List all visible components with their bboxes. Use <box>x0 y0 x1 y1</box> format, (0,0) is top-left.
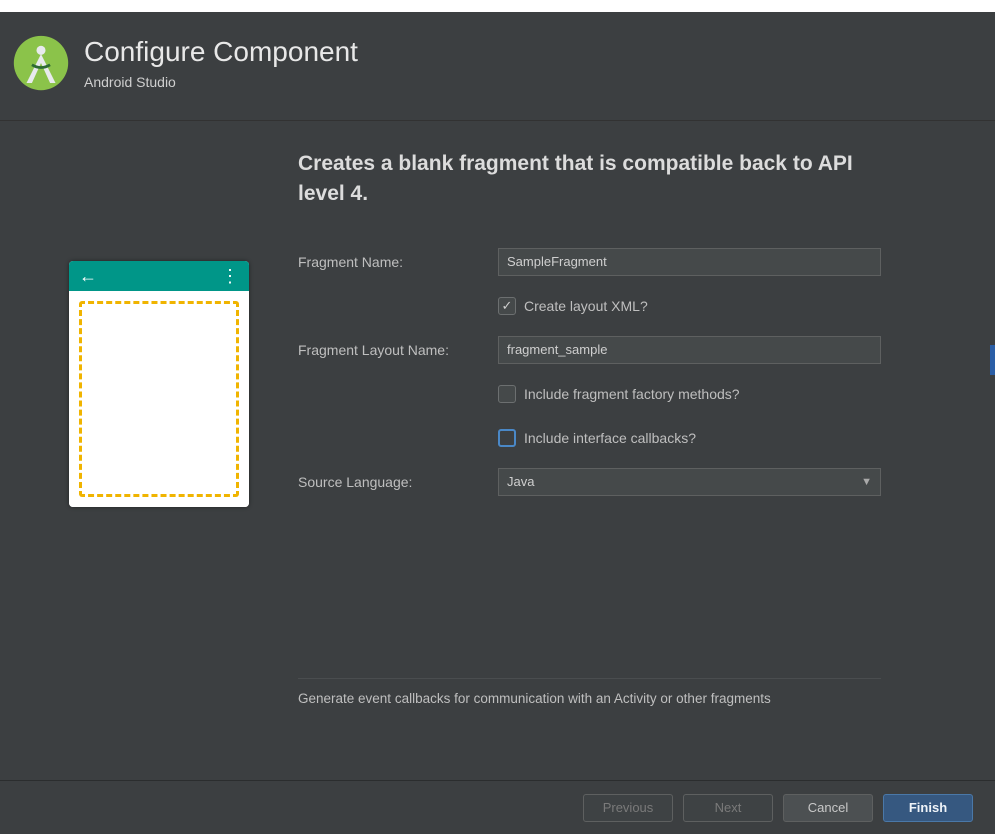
source-language-select[interactable]: Java ▼ <box>498 468 881 496</box>
cancel-button[interactable]: Cancel <box>783 794 873 822</box>
preview-appbar: ← ⋮ <box>69 261 249 291</box>
interface-callbacks-checkbox[interactable] <box>498 429 516 447</box>
create-layout-label: Create layout XML? <box>524 298 648 314</box>
fragment-placeholder-icon <box>79 301 239 497</box>
right-window-accent <box>990 345 995 375</box>
finish-button[interactable]: Finish <box>883 794 973 822</box>
chevron-down-icon: ▼ <box>861 476 872 488</box>
section-heading: Creates a blank fragment that is compati… <box>298 149 881 210</box>
fragment-preview: ← ⋮ <box>69 261 249 507</box>
next-button[interactable]: Next <box>683 794 773 822</box>
source-language-label: Source Language: <box>298 474 498 490</box>
fragment-name-label: Fragment Name: <box>298 254 498 270</box>
android-studio-logo-icon <box>12 34 70 92</box>
dialog-subtitle: Android Studio <box>84 74 358 90</box>
dialog-footer: Previous Next Cancel Finish <box>0 780 995 834</box>
window-chrome-strip <box>0 0 995 12</box>
overflow-icon: ⋮ <box>221 267 239 285</box>
factory-methods-label: Include fragment factory methods? <box>524 386 740 402</box>
fragment-name-input[interactable] <box>498 248 881 276</box>
back-arrow-icon: ← <box>79 267 97 285</box>
factory-methods-checkbox[interactable] <box>498 385 516 403</box>
previous-button[interactable]: Previous <box>583 794 673 822</box>
dialog-header: Configure Component Android Studio <box>0 12 995 121</box>
hint-text: Generate event callbacks for communicati… <box>298 691 881 706</box>
layout-name-input[interactable] <box>498 336 881 364</box>
layout-name-label: Fragment Layout Name: <box>298 342 498 358</box>
interface-callbacks-label: Include interface callbacks? <box>524 430 696 446</box>
source-language-value: Java <box>507 474 534 489</box>
dialog-title: Configure Component <box>84 36 358 68</box>
create-layout-checkbox[interactable] <box>498 297 516 315</box>
